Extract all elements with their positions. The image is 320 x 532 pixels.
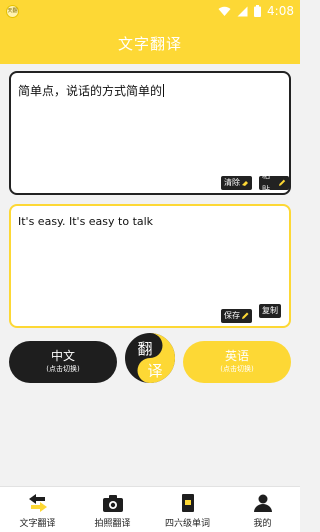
paste-button[interactable]: 粘贴 [259,171,289,194]
app-notification-icon: 天翻 [6,4,19,18]
translation-text: It's easy. It's easy to talk [18,215,154,228]
wifi-icon [218,6,231,16]
translate-button[interactable]: 翻 译 [124,332,176,384]
page-title: 文字翻译 [117,34,182,53]
translate-char-top: 翻 [137,340,152,358]
pencil-icon [242,312,249,319]
target-language-button[interactable]: 英语 (点击切换) [183,341,291,383]
tab-cet-words[interactable]: 四六级单词 [150,487,225,532]
target-language-hint: (点击切换) [220,365,254,373]
status-bar: 天翻 4:08 [0,0,300,22]
clear-label: 清除 [224,178,240,187]
status-icons: 4:08 [218,4,294,18]
paste-label: 粘贴 [262,171,270,194]
pencil-icon [279,179,286,186]
source-language-hint: (点击切换) [46,365,80,373]
word-book-icon [181,494,194,512]
save-label: 保存 [224,311,240,320]
camera-icon [102,495,123,512]
tab-profile[interactable]: 我的 [225,487,300,532]
bottom-tab-bar: 文字翻译 拍照翻译 四六级单词 我的 [0,486,300,532]
text-caret [163,84,165,97]
app-header: 文字翻译 [0,22,300,64]
tab-photo-translate[interactable]: 拍照翻译 [75,487,150,532]
copy-button[interactable]: 复制 [259,304,281,318]
source-language-name: 中文 [50,349,75,363]
clear-button[interactable]: 清除 [221,176,252,190]
source-text: 简单点，说话的方式简单的 [18,84,163,98]
tab-label: 四六级单词 [164,519,210,529]
translation-result-area: It's easy. It's easy to talk 保存 复制 [9,204,291,328]
tab-label: 拍照翻译 [94,519,131,529]
translate-char-bottom: 译 [147,362,162,380]
status-time: 4:08 [267,4,294,18]
tab-text-translate[interactable]: 文字翻译 [0,487,75,532]
battery-icon [254,5,262,17]
tab-label: 我的 [253,519,272,529]
swap-arrows-icon [28,494,47,512]
tab-label: 文字翻译 [19,519,56,529]
target-language-name: 英语 [224,349,249,363]
save-button[interactable]: 保存 [221,309,252,323]
user-icon [253,494,272,512]
eraser-icon [242,181,248,186]
source-text-area[interactable]: 简单点，说话的方式简单的 清除 粘贴 [9,71,291,195]
source-text-content[interactable]: 简单点，说话的方式简单的 [18,82,165,99]
signal-icon [237,6,248,16]
copy-label: 复制 [262,306,278,315]
source-language-button[interactable]: 中文 (点击切换) [9,341,117,383]
